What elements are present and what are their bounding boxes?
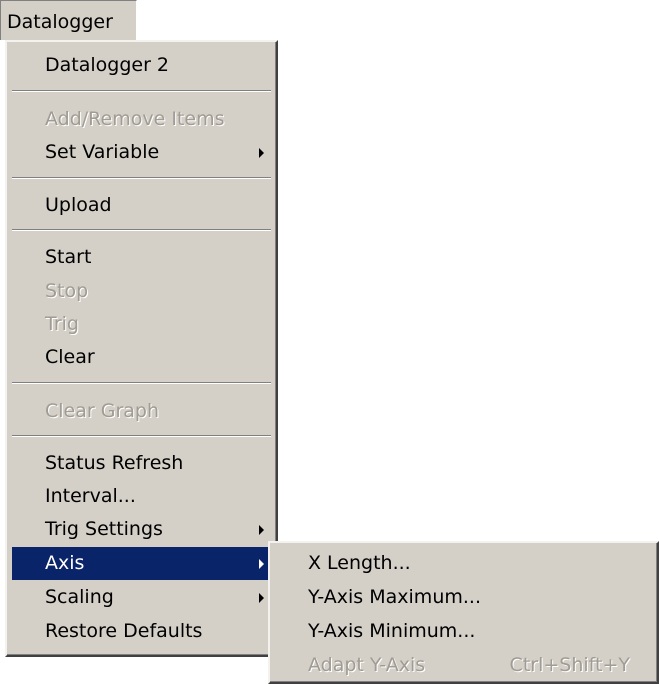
menu-separator <box>12 435 271 437</box>
menu-item-interval[interactable]: Interval... <box>12 480 271 513</box>
menu-item-start[interactable]: Start <box>12 241 271 274</box>
menu-item-clear-graph: Clear Graph <box>12 395 271 428</box>
submenu-item-y-axis-maximum[interactable]: Y-Axis Maximum... <box>275 581 652 614</box>
menu-item-status-refresh[interactable]: Status Refresh <box>12 447 271 480</box>
menu-item-label: Trig <box>45 313 79 335</box>
menu-separator <box>12 90 271 92</box>
menu-item-label: Status Refresh <box>45 452 184 474</box>
menu-item-add-remove-items: Add/Remove Items <box>12 103 271 136</box>
submenu-item-label: Y-Axis Minimum... <box>308 620 476 642</box>
submenu-arrow-icon <box>259 559 264 569</box>
screen: Datalogger Datalogger 2 Add/Remove Items… <box>0 0 659 684</box>
menu-item-trig-settings[interactable]: Trig Settings <box>12 513 271 546</box>
submenu-arrow-icon <box>259 593 264 603</box>
menu-separator <box>12 229 271 231</box>
menu-item-label: Clear Graph <box>45 400 160 422</box>
menu-item-clear[interactable]: Clear <box>12 341 271 374</box>
submenu-item-label: Y-Axis Maximum... <box>308 586 481 608</box>
menubar-datalogger-label: Datalogger <box>7 11 113 33</box>
menubar-datalogger[interactable]: Datalogger <box>0 0 137 40</box>
menu-item-label: Trig Settings <box>45 518 163 540</box>
submenu-item-x-length[interactable]: X Length... <box>275 547 652 580</box>
menu-item-label: Datalogger 2 <box>45 54 170 76</box>
menu-separator <box>12 177 271 179</box>
axis-submenu: X Length... Y-Axis Maximum... Y-Axis Min… <box>268 541 659 684</box>
menu-item-label: Upload <box>45 194 112 216</box>
submenu-item-adapt-y-axis: Adapt Y-Axis Ctrl+Shift+Y <box>275 649 652 682</box>
menu-item-stop: Stop <box>12 275 271 308</box>
menu-item-label: Start <box>45 246 92 268</box>
submenu-arrow-icon <box>259 525 264 535</box>
menu-item-axis[interactable]: Axis <box>12 547 271 580</box>
menu-item-restore-defaults[interactable]: Restore Defaults <box>12 615 271 648</box>
menu-item-set-variable[interactable]: Set Variable <box>12 136 271 169</box>
menu-item-scaling[interactable]: Scaling <box>12 581 271 614</box>
menu-item-datalogger-2[interactable]: Datalogger 2 <box>12 49 271 82</box>
submenu-item-y-axis-minimum[interactable]: Y-Axis Minimum... <box>275 615 652 648</box>
submenu-arrow-icon <box>259 148 264 158</box>
menu-item-label: Interval... <box>45 485 136 507</box>
menu-item-label: Restore Defaults <box>45 620 203 642</box>
datalogger-menu: Datalogger 2 Add/Remove Items Set Variab… <box>5 40 278 657</box>
menu-item-upload[interactable]: Upload <box>12 189 271 222</box>
menu-item-label: Scaling <box>45 586 114 608</box>
menu-item-label: Set Variable <box>45 141 160 163</box>
menu-item-label: Clear <box>45 346 95 368</box>
menu-item-label: Stop <box>45 280 89 302</box>
submenu-item-shortcut: Ctrl+Shift+Y <box>509 654 630 676</box>
menu-item-label: Add/Remove Items <box>45 108 225 130</box>
submenu-item-label: X Length... <box>308 552 411 574</box>
menu-item-trig: Trig <box>12 308 271 341</box>
menu-item-label: Axis <box>45 552 85 574</box>
submenu-item-label: Adapt Y-Axis <box>308 654 426 676</box>
menu-separator <box>12 382 271 384</box>
